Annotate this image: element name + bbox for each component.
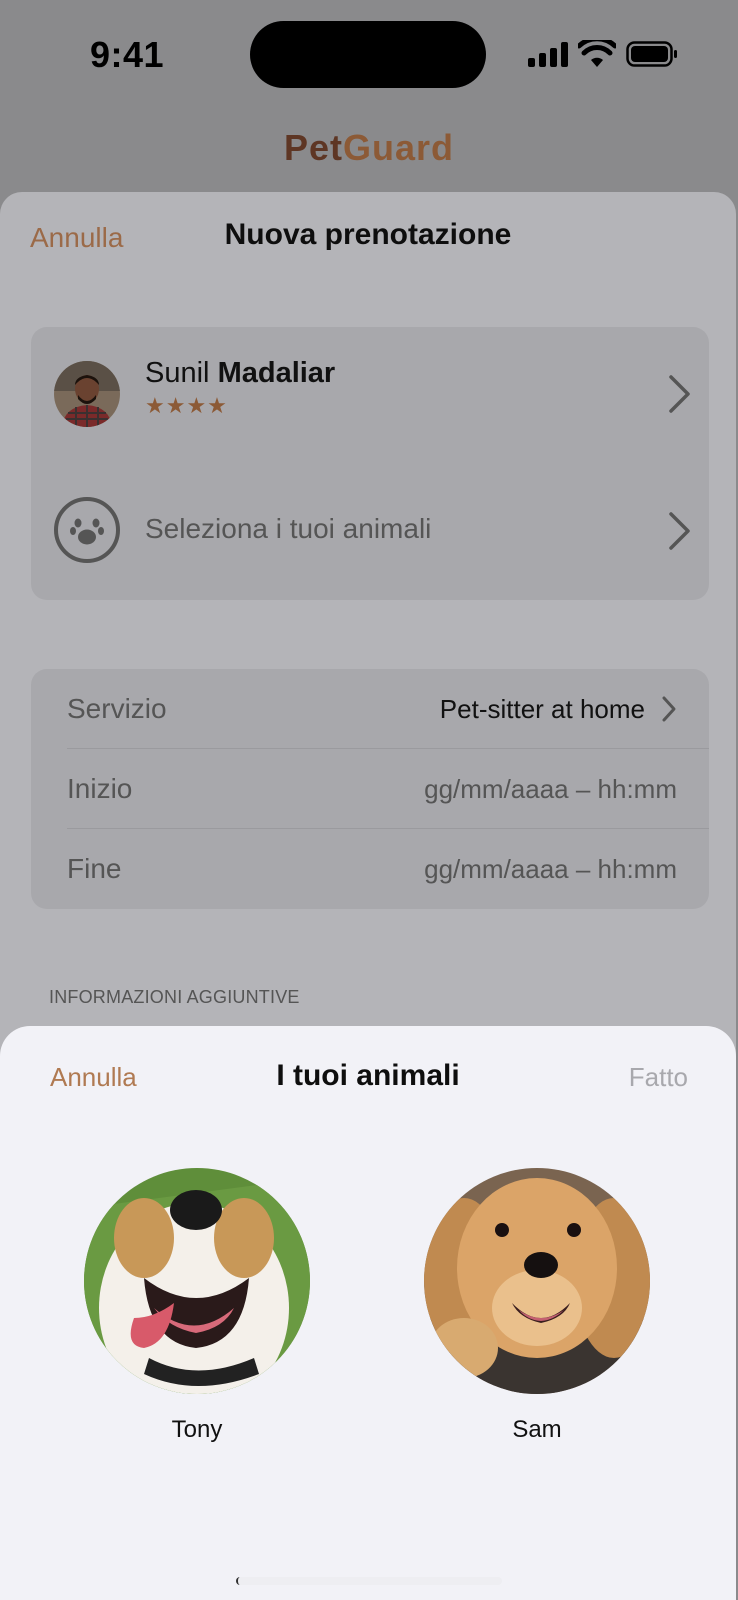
start-value: gg/mm/aaaa – hh:mm xyxy=(424,774,677,804)
additional-info-header: INFORMAZIONI AGGIUNTIVE xyxy=(49,987,300,1007)
service-value: Pet-sitter at home xyxy=(439,694,645,724)
pet-name-sam: Sam xyxy=(512,1416,562,1443)
pet-name-tony: Tony xyxy=(171,1416,223,1443)
select-pets-label: Seleziona i tuoi animali xyxy=(145,513,432,544)
end-value: gg/mm/aaaa – hh:mm xyxy=(424,854,677,884)
sitter-pets-card: Sunil Madaliar ★★★★ Seleziona i tuoi ani… xyxy=(31,327,709,600)
service-row[interactable]: Servizio Pet-sitter at home xyxy=(67,669,709,749)
pet-item-sam[interactable]: Sam xyxy=(424,1168,650,1444)
chevron-right-icon xyxy=(662,696,676,722)
sitter-rating-stars: ★★★★ xyxy=(145,393,228,418)
cellular-signal-icon xyxy=(528,41,568,67)
sitter-last-name: Madaliar xyxy=(217,357,336,389)
status-time: 9:41 xyxy=(90,34,165,75)
pet-item-tony[interactable]: Tony xyxy=(84,1168,310,1444)
status-icons xyxy=(528,40,678,68)
app-title-pet: Pet xyxy=(283,127,343,168)
status-bar: 9:41 xyxy=(0,0,738,110)
pet-photo-tony[interactable] xyxy=(84,1168,310,1394)
sitter-name: Sunil Madaliar xyxy=(145,357,335,390)
chevron-right-icon xyxy=(669,375,690,413)
select-pets-row[interactable]: Seleziona i tuoi animali xyxy=(31,463,709,600)
booking-details-card: Servizio Pet-sitter at home Inizio gg/mm… xyxy=(31,669,709,909)
sitter-first-name: Sunil xyxy=(145,357,210,389)
app-title: PetGuard xyxy=(0,127,738,169)
booking-title: Nuova prenotazione xyxy=(224,218,512,251)
app-title-guard: Guard xyxy=(343,127,455,168)
wifi-icon xyxy=(578,40,616,67)
paw-icon xyxy=(54,497,120,563)
dynamic-island xyxy=(250,21,486,88)
start-label: Inizio xyxy=(67,773,133,804)
pet-photo-sam[interactable] xyxy=(424,1168,650,1394)
pets-sheet-title: I tuoi animali xyxy=(276,1059,460,1092)
home-indicator[interactable] xyxy=(236,1577,502,1585)
end-row[interactable]: Fine gg/mm/aaaa – hh:mm xyxy=(67,829,709,909)
end-label: Fine xyxy=(67,853,122,884)
battery-icon xyxy=(626,41,677,67)
sitter-avatar xyxy=(54,361,120,427)
pets-done-button[interactable]: Fatto xyxy=(629,1062,688,1093)
start-row[interactable]: Inizio gg/mm/aaaa – hh:mm xyxy=(67,749,709,829)
sitter-row[interactable]: Sunil Madaliar ★★★★ xyxy=(31,327,709,463)
chevron-right-icon xyxy=(669,512,690,550)
pets-sheet: Annulla I tuoi animali Fatto Tony Sam xyxy=(0,1026,736,1600)
service-label: Servizio xyxy=(67,693,167,724)
